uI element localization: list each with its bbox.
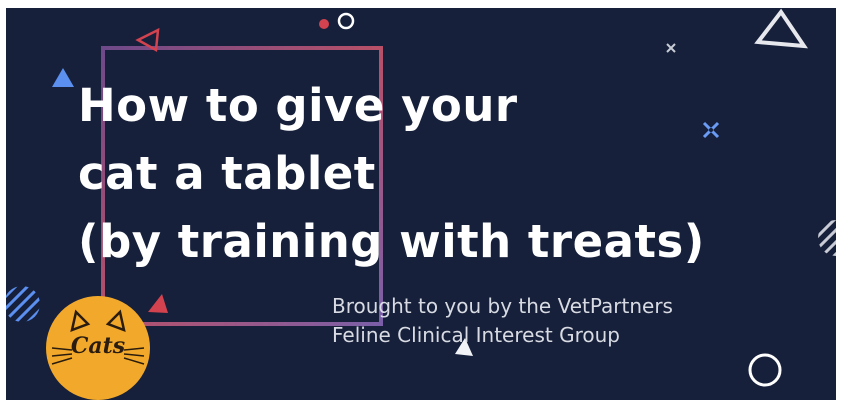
white-circle-outline-icon xyxy=(748,353,782,387)
red-triangle-outline-icon xyxy=(135,27,160,53)
striped-circle-icon xyxy=(818,220,836,256)
title-line-2: cat a tablet xyxy=(78,147,376,200)
subtitle-line-1: Brought to you by the VetPartners xyxy=(332,294,673,318)
blue-striped-circle-icon xyxy=(6,286,40,322)
dot-and-circle-icon xyxy=(319,12,355,30)
slide-title: How to give your cat a tablet (by traini… xyxy=(78,72,705,276)
small-cross-icon xyxy=(666,43,676,53)
cats-logo-text: Cats xyxy=(70,333,126,359)
white-triangle-outline-icon xyxy=(754,8,809,49)
title-line-1: How to give your xyxy=(78,79,518,132)
cats-logo-badge: Cats xyxy=(46,296,150,400)
slide-subtitle: Brought to you by the VetPartners Feline… xyxy=(332,292,673,350)
title-line-3: (by training with treats) xyxy=(78,215,705,268)
blue-triangle-icon xyxy=(52,68,74,87)
title-slide: How to give your cat a tablet (by traini… xyxy=(6,8,836,400)
subtitle-line-2: Feline Clinical Interest Group xyxy=(332,323,620,347)
